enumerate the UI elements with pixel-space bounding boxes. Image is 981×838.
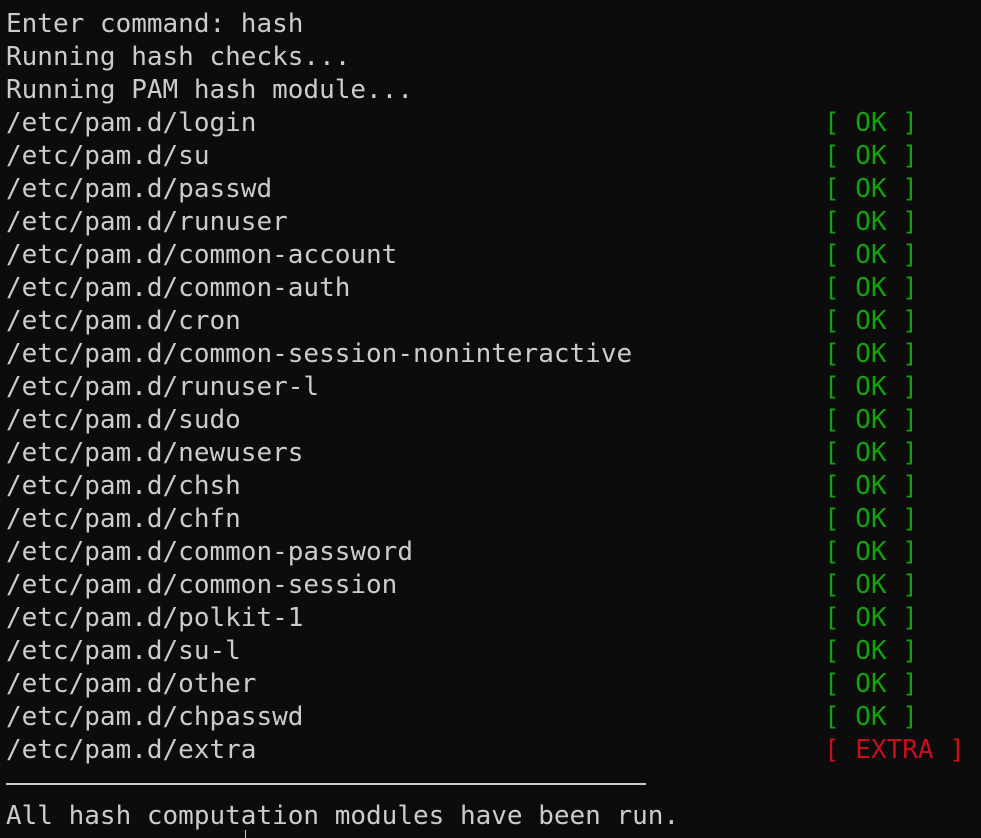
result-path: /etc/pam.d/common-auth (6, 273, 351, 303)
separator-line (6, 783, 646, 785)
status-ok-badge: [ OK ] (824, 372, 918, 402)
status-ok-badge: [ OK ] (824, 339, 918, 369)
result-path: /etc/pam.d/chsh (6, 471, 241, 501)
result-row: /etc/pam.d/newusers [ OK ] (6, 437, 981, 470)
status-ok-badge: [ OK ] (824, 174, 918, 204)
result-path: /etc/pam.d/chfn (6, 504, 241, 534)
result-row: /etc/pam.d/extra [ EXTRA ] (6, 734, 981, 767)
status-extra-badge: [ EXTRA ] (824, 735, 965, 765)
status-ok-badge: [ OK ] (824, 504, 918, 534)
result-row: /etc/pam.d/runuser-l [ OK ] (6, 371, 981, 404)
result-path: /etc/pam.d/polkit-1 (6, 603, 304, 633)
result-path: /etc/pam.d/passwd (6, 174, 273, 204)
status-ok-badge: [ OK ] (824, 669, 918, 699)
result-path: /etc/pam.d/extra (6, 735, 257, 765)
result-path: /etc/pam.d/chpasswd (6, 702, 304, 732)
result-path: /etc/pam.d/common-password (6, 537, 413, 567)
status-ok-badge: [ OK ] (824, 405, 918, 435)
status-ok-badge: [ OK ] (824, 273, 918, 303)
result-row: /etc/pam.d/sudo [ OK ] (6, 404, 981, 437)
result-row: /etc/pam.d/runuser [ OK ] (6, 206, 981, 239)
result-row: /etc/pam.d/common-account [ OK ] (6, 239, 981, 272)
status-ok-badge: [ OK ] (824, 240, 918, 270)
result-path: /etc/pam.d/login (6, 108, 257, 138)
status-ok-badge: [ OK ] (824, 603, 918, 633)
running-module-line: Running PAM hash module... (6, 75, 413, 105)
result-row: /etc/pam.d/chsh [ OK ] (6, 470, 981, 503)
text-cursor (245, 830, 246, 838)
result-path: /etc/pam.d/common-session (6, 570, 398, 600)
result-path: /etc/pam.d/cron (6, 306, 241, 336)
status-ok-badge: [ OK ] (824, 471, 918, 501)
result-row: /etc/pam.d/su [ OK ] (6, 140, 981, 173)
prompt-line: Enter command: hash (6, 9, 304, 39)
status-ok-badge: [ OK ] (824, 702, 918, 732)
result-path: /etc/pam.d/su-l (6, 636, 241, 666)
result-path: /etc/pam.d/runuser (6, 207, 288, 237)
result-row: /etc/pam.d/chpasswd [ OK ] (6, 701, 981, 734)
result-row: /etc/pam.d/common-session-noninteractive… (6, 338, 981, 371)
result-path: /etc/pam.d/su (6, 141, 210, 171)
result-row: /etc/pam.d/common-session [ OK ] (6, 569, 981, 602)
summary-line: All hash computation modules have been r… (6, 801, 680, 831)
status-ok-badge: [ OK ] (824, 108, 918, 138)
result-row: /etc/pam.d/other [ OK ] (6, 668, 981, 701)
result-row: /etc/pam.d/passwd [ OK ] (6, 173, 981, 206)
result-row: /etc/pam.d/su-l [ OK ] (6, 635, 981, 668)
result-row: /etc/pam.d/common-password [ OK ] (6, 536, 981, 569)
result-row: /etc/pam.d/cron [ OK ] (6, 305, 981, 338)
running-checks-line: Running hash checks... (6, 42, 351, 72)
result-row: /etc/pam.d/polkit-1 [ OK ] (6, 602, 981, 635)
status-ok-badge: [ OK ] (824, 306, 918, 336)
result-row: /etc/pam.d/chfn [ OK ] (6, 503, 981, 536)
status-ok-badge: [ OK ] (824, 636, 918, 666)
terminal-window[interactable]: Enter command: hash Running hash checks.… (0, 0, 981, 838)
result-path: /etc/pam.d/common-account (6, 240, 398, 270)
status-ok-badge: [ OK ] (824, 141, 918, 171)
result-row: /etc/pam.d/common-auth [ OK ] (6, 272, 981, 305)
result-path: /etc/pam.d/common-session-noninteractive (6, 339, 633, 369)
status-ok-badge: [ OK ] (824, 438, 918, 468)
status-ok-badge: [ OK ] (824, 570, 918, 600)
result-path: /etc/pam.d/newusers (6, 438, 304, 468)
result-path: /etc/pam.d/runuser-l (6, 372, 320, 402)
result-row: /etc/pam.d/login [ OK ] (6, 107, 981, 140)
result-path: /etc/pam.d/other (6, 669, 257, 699)
status-ok-badge: [ OK ] (824, 207, 918, 237)
status-ok-badge: [ OK ] (824, 537, 918, 567)
result-path: /etc/pam.d/sudo (6, 405, 241, 435)
